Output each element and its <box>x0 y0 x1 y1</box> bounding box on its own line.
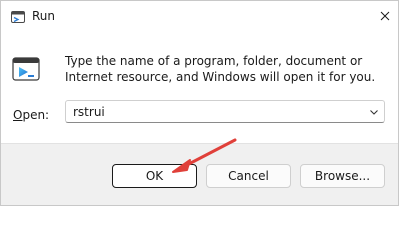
browse-button[interactable]: Browse... <box>300 164 385 188</box>
run-icon <box>12 57 40 81</box>
button-bar: OK Cancel Browse... <box>1 143 398 205</box>
cancel-button[interactable]: Cancel <box>206 164 291 188</box>
chevron-down-icon[interactable] <box>369 107 379 117</box>
close-button[interactable] <box>375 6 395 26</box>
close-icon <box>380 11 390 21</box>
open-combobox[interactable]: rstrui <box>65 100 385 123</box>
run-dialog: Run Type the name of a program, folder, … <box>0 0 399 206</box>
ok-button[interactable]: OK <box>112 164 197 188</box>
description-text: Type the name of a program, folder, docu… <box>65 54 376 84</box>
window-title: Run <box>32 9 56 23</box>
open-label-rest: pen: <box>22 108 50 122</box>
run-app-icon <box>11 11 25 23</box>
open-input[interactable]: rstrui <box>73 105 105 119</box>
title-bar[interactable]: Run <box>1 1 398 35</box>
dialog-content: Type the name of a program, folder, docu… <box>1 35 398 143</box>
open-label: Open: <box>13 108 49 122</box>
